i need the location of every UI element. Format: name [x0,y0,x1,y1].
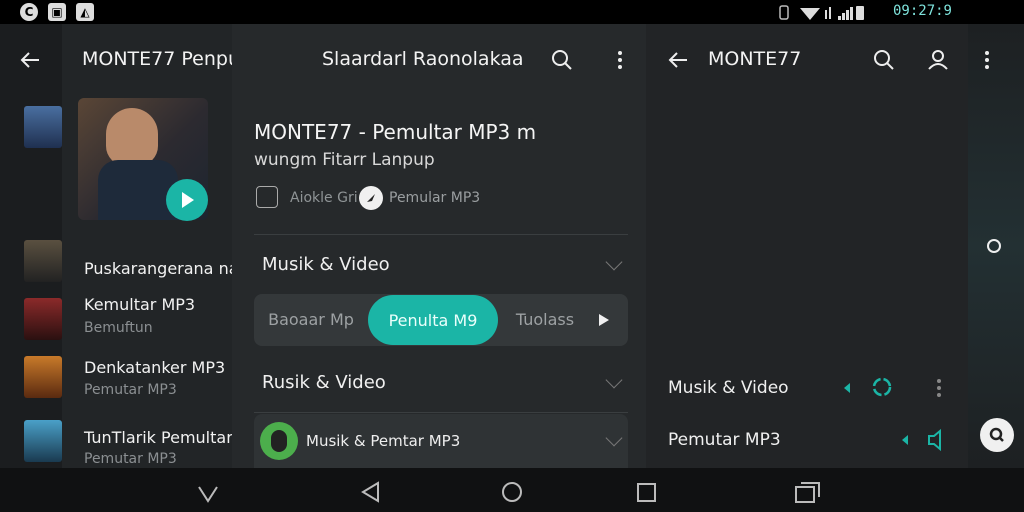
compass-icon [359,186,383,210]
right-row-label[interactable]: Pemutar MP3 [668,430,781,450]
device-icon [256,186,278,208]
nav-back-icon[interactable] [358,480,382,504]
notification-image-icon: ◭ [76,3,94,21]
segment-tab-active[interactable]: Penulta M9 [368,295,498,345]
divider [254,234,628,235]
thumbnail-image[interactable] [24,240,62,282]
search-icon[interactable] [870,46,898,74]
section-rusik-video[interactable]: Rusik & Video [254,356,628,408]
left-panel: MONTE77 Penpular a Puskarangerana naa Ke… [62,24,282,468]
section-musik-video[interactable]: Musik & Video [254,238,628,290]
nav-home-icon[interactable] [500,480,524,504]
row-label: Musik & Pemtar MP3 [306,432,461,450]
status-bar: C ▣ ◭ 09:27:9 [0,0,1024,24]
back-arrow-icon[interactable] [664,46,692,74]
notification-gallery-icon: ▣ [48,3,66,21]
avatar [260,422,298,460]
play-icon [182,192,194,208]
list-item-title[interactable]: Denkatanker MP3 [84,358,225,377]
volume-icon[interactable] [842,378,868,398]
status-icons [779,5,864,20]
background-list [0,24,62,468]
badge-right: Pemular MP3 [389,190,481,206]
segment-tab[interactable]: Tuolass [500,294,590,346]
play-arrow-icon[interactable] [590,306,618,334]
section-label: Musik & Video [262,253,390,275]
divider [254,412,628,413]
speaker-icon[interactable] [926,428,952,452]
segmented-control: Baoaar Mp Penulta M9 Tuolass [254,294,628,346]
more-vert-icon[interactable] [606,46,634,74]
thumbnail-image[interactable] [24,420,62,462]
row-musik-pemtar[interactable]: Musik & Pemtar MP3 [254,414,628,468]
far-right-strip [968,24,1024,468]
profile-icon[interactable] [924,46,952,74]
nav-down-icon[interactable] [196,484,220,504]
volume-icon[interactable] [900,430,926,450]
badge-left: Aiokle Gri [290,190,358,206]
list-item-title[interactable]: Kemultar MP3 [84,295,195,314]
chevron-down-icon [605,371,623,389]
more-vert-icon[interactable] [984,50,990,70]
chevron-down-icon [605,429,623,447]
nav-multiwindow-icon[interactable] [794,480,822,504]
status-clock: 09:27:9 [892,3,952,19]
right-panel: MONTE77 Musik & Video Pemutar MP3 [646,24,968,468]
right-row-label[interactable]: Musik & Video [668,378,789,398]
thumbnail-image[interactable] [24,106,62,148]
list-item-subtitle: Pemutar MP3 [84,382,177,398]
notification-c-icon: C [20,3,38,21]
more-vert-icon[interactable] [936,378,942,398]
app-title: MONTE77 - Pemultar MP3 m [254,120,537,144]
back-arrow-icon[interactable] [16,46,44,74]
section-label: Rusik & Video [262,371,386,393]
thumbnail-image[interactable] [24,356,62,398]
app-subtitle: wungm Fitarr Lanpup [254,150,435,170]
nav-recents-icon[interactable] [636,482,658,504]
search-icon[interactable] [548,46,576,74]
center-panel: Slaardarl Raonolakaa MONTE77 - Pemultar … [232,24,646,468]
thumbnail-image[interactable] [24,298,62,340]
repeat-icon[interactable] [870,375,896,399]
list-item-subtitle: Pemutar MP3 [84,451,177,467]
navigation-bar [0,468,1024,512]
play-button[interactable] [166,179,208,221]
chevron-down-icon [605,253,623,271]
right-panel-title: MONTE77 [708,48,802,70]
search-fab-icon[interactable] [980,418,1014,452]
segment-tab[interactable]: Baoaar Mp [254,294,368,346]
center-header-title: Slaardarl Raonolakaa [322,48,524,70]
list-item-title[interactable]: TunTlarik Pemultar [84,428,233,447]
indicator-circle-icon [987,239,1001,253]
list-item-title[interactable]: Puskarangerana naa [84,259,248,278]
list-item-subtitle: Bemuftun [84,320,153,336]
